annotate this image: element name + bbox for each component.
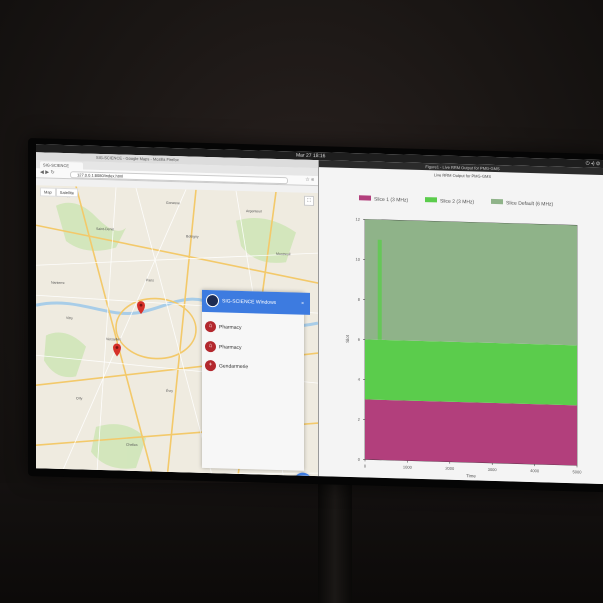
nav-arrows-icon[interactable]: ◀ ▶ ↻ <box>40 169 55 175</box>
legend-swatch-3 <box>491 198 503 205</box>
house-icon: ⌂ <box>205 341 216 353</box>
x-tick-label: 3000 <box>488 467 498 472</box>
y-tick-label: 8 <box>358 297 361 302</box>
screen: Mar 27 18:16 ⏻ ◂) ⚙ SIG-SCIENCE - Google… <box>36 144 603 485</box>
x-tick-label: 4000 <box>530 468 540 473</box>
legend-label-3: Slice Default (6 MHz) <box>506 200 554 207</box>
list-item-label: Gendarmerie <box>219 363 249 371</box>
series-band-1 <box>365 399 577 466</box>
y-tick-label: 6 <box>358 337 361 342</box>
legend-label-1: Slice 1 (3 MHz) <box>374 197 409 204</box>
y-tick-label: 0 <box>358 457 361 462</box>
y-tick-label: 2 <box>358 417 361 422</box>
map-pin-icon[interactable] <box>137 301 145 315</box>
floor <box>0 483 603 603</box>
list-item-label: Pharmacy <box>219 324 242 331</box>
x-tick-label: 2000 <box>445 466 455 471</box>
list-item-pharmacy[interactable]: ⌂ Pharmacy <box>205 320 242 335</box>
list-item-label: Pharmacy <box>219 344 242 351</box>
places-panel: SIG-SCIENCE Windows × ⌂ Pharmacy ⌂ Pharmac… <box>202 289 310 471</box>
panel-title: SIG-SCIENCE Windows <box>222 298 277 306</box>
monitor: Mar 27 18:16 ⏻ ◂) ⚙ SIG-SCIENCE - Google… <box>28 138 603 493</box>
x-axis-label: Time <box>466 473 476 478</box>
house-icon: ⌂ <box>205 321 216 333</box>
series-band-3 <box>365 219 577 346</box>
series-band-2 <box>365 339 577 406</box>
plot-window: Figure1 - Live RRM Output for PMG-GMS Li… <box>318 160 603 485</box>
y-tick-label: 4 <box>358 377 361 382</box>
legend-swatch-2 <box>425 197 437 203</box>
series-artifact <box>377 239 382 340</box>
list-item-pharmacy[interactable]: ⌂ Pharmacy <box>205 340 242 355</box>
chart-svg: Slice 1 (3 MHz) Slice 2 (3 MHz) Slice Defa… <box>345 195 583 479</box>
y-tick-label: 10 <box>356 257 361 262</box>
map-pin-icon[interactable] <box>113 343 121 357</box>
y-axis-label: Slot <box>345 334 350 343</box>
legend-label-2: Slice 2 (3 MHz) <box>440 199 475 206</box>
close-icon[interactable]: × <box>301 293 304 315</box>
map-view[interactable]: SarcellesGonesseArgenteuilSaint-DenisBob… <box>36 185 318 477</box>
menu-icon[interactable]: ☆ ≡ <box>305 177 314 183</box>
logo-icon <box>206 294 219 308</box>
legend-swatch-1 <box>359 195 371 201</box>
x-tick-label: 1000 <box>403 464 413 469</box>
x-tick-label: 0 <box>364 463 367 468</box>
y-tick-label: 12 <box>356 217 361 222</box>
panel-header: SIG-SCIENCE Windows × <box>202 289 310 315</box>
cross-icon: + <box>205 360 216 372</box>
monitor-stand <box>318 470 352 603</box>
list-item-gendarmerie[interactable]: + Gendarmerie <box>205 359 248 374</box>
x-tick-label: 5000 <box>573 469 583 474</box>
browser-window: SIG-SCIENCE - Google Maps - Mozilla Fire… <box>36 152 318 477</box>
